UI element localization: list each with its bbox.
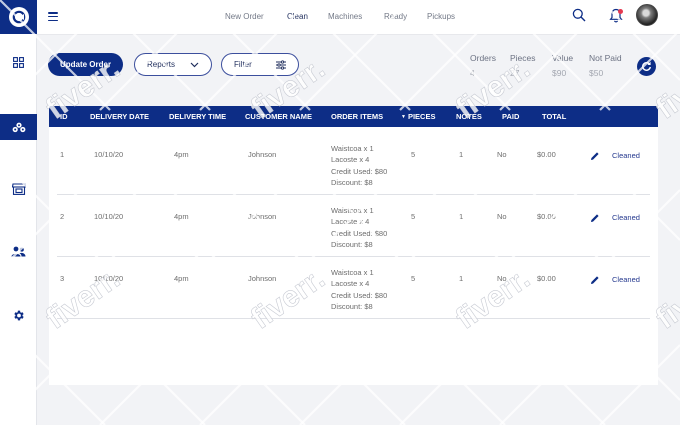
cell-time: 4pm [174, 150, 189, 159]
cell-pieces: 5 [411, 212, 416, 221]
edit-icon[interactable] [590, 151, 600, 161]
edit-icon[interactable] [590, 275, 600, 285]
cell-pieces: 5 [411, 274, 416, 283]
table-header: ID DELIVERY DATE DELIVERY TIME CUSTOMER … [49, 106, 658, 127]
stat-orders: Orders 4 [470, 53, 496, 78]
avatar[interactable] [636, 4, 658, 26]
col-pieces[interactable]: ▼ PIECES [401, 112, 435, 121]
col-paid[interactable]: PAID [502, 112, 519, 121]
cell-id: 2 [60, 212, 65, 221]
nav-ready[interactable]: Ready [384, 12, 407, 21]
search-icon[interactable] [572, 8, 586, 22]
stat-pieces: Pieces 27 [510, 53, 536, 78]
refresh-button[interactable] [637, 57, 656, 76]
cell-notes: 1 [459, 212, 464, 221]
cell-id: 1 [60, 150, 65, 159]
filter-label: Filter [234, 60, 252, 69]
col-delivery-time[interactable]: DELIVERY TIME [169, 112, 226, 121]
cell-paid: No [497, 274, 507, 283]
sidebar-item-users[interactable] [0, 238, 37, 264]
cell-total: $0.00 [537, 150, 556, 159]
status-badge[interactable]: Cleaned [612, 151, 640, 160]
cell-time: 4pm [174, 274, 189, 283]
table-row[interactable]: 3 10/10/20 4pm Johnson Waistcoa x 1 Lacos… [57, 257, 650, 319]
cell-date: 10/10/20 [94, 212, 124, 221]
col-total[interactable]: TOTAL [542, 112, 566, 121]
sort-desc-icon: ▼ [401, 114, 406, 120]
cell-customer: Johnson [248, 274, 277, 283]
chevron-down-icon [190, 62, 199, 68]
orders-icon [12, 122, 25, 132]
users-icon [11, 246, 26, 256]
cell-total: $0.00 [537, 212, 556, 221]
cell-pieces: 5 [411, 150, 416, 159]
cell-notes: 1 [459, 150, 464, 159]
sidebar-item-store[interactable] [0, 176, 37, 202]
cell-id: 3 [60, 274, 65, 283]
table-row[interactable]: 2 10/10/20 4pm Johnson Waistcoa x 1 Lacos… [57, 195, 650, 257]
refresh-icon [642, 61, 651, 71]
cell-paid: No [497, 150, 507, 159]
cell-notes: 1 [459, 274, 464, 283]
grid-icon [13, 56, 24, 68]
table-row[interactable]: 1 10/10/20 4pm Johnson Waistcoa x 1 Lacos… [57, 133, 650, 195]
cell-paid: No [497, 212, 507, 221]
filter-button[interactable]: Filter [221, 53, 299, 76]
col-order-items[interactable]: ORDER ITEMS [331, 112, 383, 121]
sidebar-item-settings[interactable] [0, 302, 37, 328]
orders-table: ID DELIVERY DATE DELIVERY TIME CUSTOMER … [49, 106, 658, 385]
reports-dropdown[interactable]: Reports [134, 53, 212, 76]
gear-icon [14, 310, 24, 320]
menu-icon[interactable] [48, 12, 58, 22]
status-badge[interactable]: Cleaned [612, 275, 640, 284]
cell-order-items: Waistcoa x 1 Lacoste x 4 Credit Used: $80 D… [331, 268, 388, 311]
status-badge[interactable]: Cleaned [612, 213, 640, 222]
reports-label: Reports [147, 60, 176, 69]
top-bar: New Order Clean Machines Ready Pickups [37, 0, 680, 35]
notification-badge [618, 9, 623, 14]
store-icon [11, 183, 26, 195]
cell-total: $0.00 [537, 274, 556, 283]
cell-order-items: Waistcoa x 1 Lacoste x 4 Credit Used: $80 D… [331, 144, 388, 187]
col-customer-name[interactable]: CUSTOMER NAME [245, 112, 312, 121]
sidebar [0, 0, 37, 425]
stat-value: Value $90 [552, 53, 574, 78]
logo-icon [8, 7, 29, 27]
nav-clean[interactable]: Clean [287, 12, 308, 21]
cell-date: 10/10/20 [94, 274, 124, 283]
cell-customer: Johnson [248, 212, 277, 221]
col-notes[interactable]: NOTES [456, 112, 482, 121]
edit-icon[interactable] [590, 213, 600, 223]
sidebar-item-dashboard[interactable] [0, 49, 37, 75]
col-delivery-date[interactable]: DELIVERY DATE [90, 112, 149, 121]
app-logo[interactable] [0, 0, 37, 34]
col-id[interactable]: ID [60, 112, 68, 121]
cell-date: 10/10/20 [94, 150, 124, 159]
sidebar-item-orders[interactable] [0, 114, 37, 140]
update-order-button[interactable]: Update Order [48, 53, 123, 76]
stat-not-paid: Not Paid $50 [589, 53, 622, 78]
nav-new-order[interactable]: New Order [225, 12, 264, 21]
cell-order-items: Waistcoa x 1 Lacoste x 4 Credit Used: $80 D… [331, 206, 388, 249]
sliders-icon [276, 60, 286, 70]
cell-customer: Johnson [248, 150, 277, 159]
nav-pickups[interactable]: Pickups [427, 12, 455, 21]
cell-time: 4pm [174, 212, 189, 221]
nav-machines[interactable]: Machines [328, 12, 362, 21]
